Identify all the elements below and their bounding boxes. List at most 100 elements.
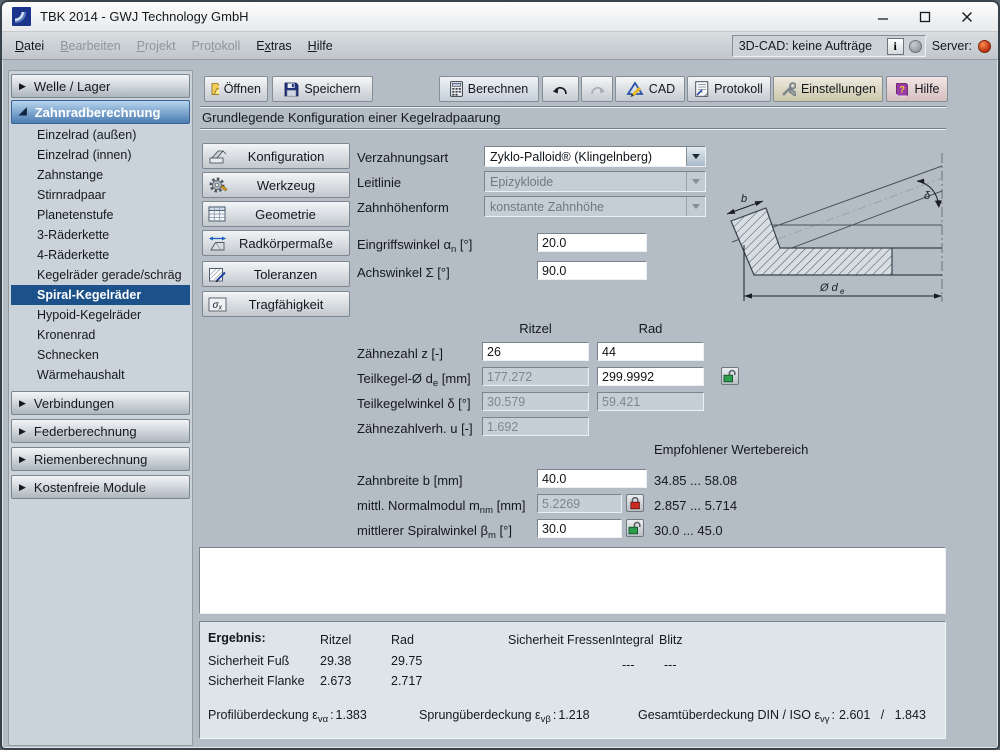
chevron-down-icon — [692, 204, 700, 209]
protocol-button[interactable]: Protokoll — [687, 76, 771, 102]
zahnbreite-input[interactable] — [537, 469, 647, 488]
sidebar-item-spiral-kegelraeder[interactable]: Spiral-Kegelräder — [11, 285, 190, 305]
sidebar-item-waermehaushalt[interactable]: Wärmehaushalt — [11, 365, 190, 385]
cad-status-box: 3D-CAD: keine Aufträge i — [731, 35, 926, 57]
sidebar-item-schnecken[interactable]: Schnecken — [11, 345, 190, 365]
minimize-button[interactable] — [862, 4, 904, 30]
results-fuss-rad: 29.75 — [391, 654, 423, 668]
results-fressen-integral: --- — [622, 658, 635, 672]
normalmodul-lock-button[interactable] — [626, 494, 644, 512]
save-floppy-icon — [284, 82, 299, 96]
close-button[interactable] — [946, 4, 988, 30]
spiralwinkel-input[interactable] — [537, 519, 622, 538]
tragfaehigkeit-sigma-icon: σx — [208, 297, 227, 311]
sidebar-header-verbindungen[interactable]: ▶ Verbindungen — [11, 391, 190, 415]
message-box — [199, 547, 946, 614]
sidebar-item-kegelraeder-gerade-schraeg[interactable]: Kegelräder gerade/schräg — [11, 265, 190, 285]
settings-button[interactable]: Einstellungen — [773, 76, 883, 102]
results-fuss-ritzel: 29.38 — [320, 654, 352, 668]
radkoerpermasse-button-label: Radkörpermaße — [239, 235, 333, 251]
konfiguration-button-label: Konfiguration — [247, 148, 325, 164]
sidebar-header-kostenfreie-module[interactable]: ▶ Kostenfreie Module — [11, 475, 190, 499]
server-led — [978, 39, 991, 53]
sidebar-header-riemenberechnung[interactable]: ▶ Riemenberechnung — [11, 447, 190, 471]
collapsed-arrow-icon: ▶ — [19, 425, 26, 436]
zaehnezahlverh-label: Zähnezahlverh. u [-] — [357, 421, 473, 436]
achswinkel-label: Achswinkel Σ [°] — [357, 265, 450, 280]
tragfaehigkeit-button[interactable]: σx Tragfähigkeit — [202, 291, 350, 317]
eingriffswinkel-input[interactable] — [537, 233, 647, 252]
toleranzen-icon — [209, 267, 226, 282]
server-label: Server: — [931, 39, 972, 53]
results-title: Ergebnis: — [208, 631, 266, 645]
zaehnezahl-label: Zähnezahl z [-] — [357, 346, 443, 361]
geometrie-button[interactable]: Geometrie — [202, 201, 350, 227]
achswinkel-input[interactable] — [537, 261, 647, 280]
info-button[interactable]: i — [886, 37, 904, 55]
sidebar-item-einzelrad-innen[interactable]: Einzelrad (innen) — [11, 145, 190, 165]
column-header-rad: Rad — [638, 321, 663, 336]
calculate-button[interactable]: Berechnen — [439, 76, 539, 102]
undo-button[interactable] — [542, 76, 579, 102]
sidebar-header-welle-lager[interactable]: ▶ Welle / Lager — [11, 74, 190, 98]
sidebar-header-zahnradberechnung[interactable]: ◢ Zahnradberechnung — [11, 100, 190, 124]
spiralwinkel-label: mittlerer Spiralwinkel βm [°] — [357, 523, 512, 541]
werkzeug-button[interactable]: Werkzeug — [202, 172, 350, 198]
calculate-button-label: Berechnen — [467, 82, 529, 96]
eingriffswinkel-label: Eingriffswinkel αn [°] — [357, 237, 473, 255]
open-button[interactable]: Öffnen — [204, 76, 268, 102]
zahnhoehenform-value: konstante Zahnhöhe — [490, 199, 604, 214]
sidebar-item-einzelrad-aussen[interactable]: Einzelrad (außen) — [11, 125, 190, 145]
calculator-icon — [449, 81, 463, 97]
sidebar-item-stirnradpaar[interactable]: Stirnradpaar — [11, 185, 190, 205]
sidebar-header-label: Zahnradberechnung — [34, 104, 161, 120]
menu-extras[interactable]: Extras — [248, 34, 299, 58]
sidebar-item-4-raederkette[interactable]: 4-Räderkette — [11, 245, 190, 265]
lock-open-icon — [628, 521, 641, 535]
window-title: TBK 2014 - GWJ Technology GmbH — [40, 9, 249, 24]
leitlinie-value: Epizykloide — [490, 174, 554, 189]
spiralwinkel-lock-button[interactable] — [626, 519, 644, 537]
cad-status-led — [908, 39, 922, 53]
radkoerpermasse-button[interactable]: Radkörpermaße — [202, 230, 350, 256]
sidebar-item-hypoid-kegelraeder[interactable]: Hypoid-Kegelräder — [11, 305, 190, 325]
help-button[interactable]: ? Hilfe — [886, 76, 948, 102]
sidebar-item-3-raederkette[interactable]: 3-Räderkette — [11, 225, 190, 245]
settings-tools-icon — [782, 81, 796, 96]
verzahnungsart-dropdown[interactable]: Zyklo-Palloid® (Klingelnberg) — [484, 146, 706, 167]
save-button[interactable]: Speichern — [272, 76, 373, 102]
sidebar-header-label: Riemenberechnung — [33, 451, 148, 467]
menu-datei[interactable]: Datei — [7, 34, 52, 58]
collapsed-arrow-icon: ▶ — [19, 80, 26, 91]
lock-open-icon — [723, 369, 736, 383]
normalmodul-range: 2.857 ... 5.714 — [654, 498, 738, 513]
menu-hilfe[interactable]: Hilfe — [300, 34, 341, 58]
zaehnezahl-ritzel-input[interactable] — [482, 342, 589, 361]
zahnhoehenform-dropdown: konstante Zahnhöhe — [484, 196, 706, 217]
collapsed-arrow-icon: ▶ — [19, 397, 26, 408]
teilkegel-lock-button[interactable] — [721, 367, 739, 385]
sidebar-header-federberechnung[interactable]: ▶ Federberechnung — [11, 419, 190, 443]
menu-bearbeiten: Bearbeiten — [60, 38, 121, 53]
zahnbreite-label: Zahnbreite b [mm] — [357, 473, 463, 488]
sidebar-header-label: Verbindungen — [33, 395, 115, 411]
teilkegel-rad-input[interactable] — [597, 367, 704, 386]
results-fressen-blitz: --- — [664, 658, 677, 672]
sidebar-item-planetenstufe[interactable]: Planetenstufe — [11, 205, 190, 225]
diagram-de-label: Ø d — [819, 282, 839, 294]
collapsed-arrow-icon: ▶ — [19, 453, 26, 464]
column-header-ritzel: Ritzel — [519, 321, 552, 336]
toleranzen-button[interactable]: Toleranzen — [202, 261, 350, 287]
sidebar-header-label: Welle / Lager — [33, 78, 111, 94]
maximize-button[interactable] — [904, 4, 946, 30]
sidebar-item-zahnstange[interactable]: Zahnstange — [11, 165, 190, 185]
redo-button[interactable] — [581, 76, 613, 102]
sidebar-item-kronenrad[interactable]: Kronenrad — [11, 325, 190, 345]
menubar: Datei Bearbeiten Projekt Protokoll Extra… — [2, 32, 998, 60]
zaehnezahl-rad-input[interactable] — [597, 342, 704, 361]
settings-button-label: Einstellungen — [800, 82, 876, 96]
results-fuss-label: Sicherheit Fuß — [208, 654, 290, 668]
dropdown-arrow-button[interactable] — [686, 147, 705, 166]
konfiguration-button[interactable]: Konfiguration — [202, 143, 350, 169]
cad-button[interactable]: CAD — [615, 76, 685, 102]
